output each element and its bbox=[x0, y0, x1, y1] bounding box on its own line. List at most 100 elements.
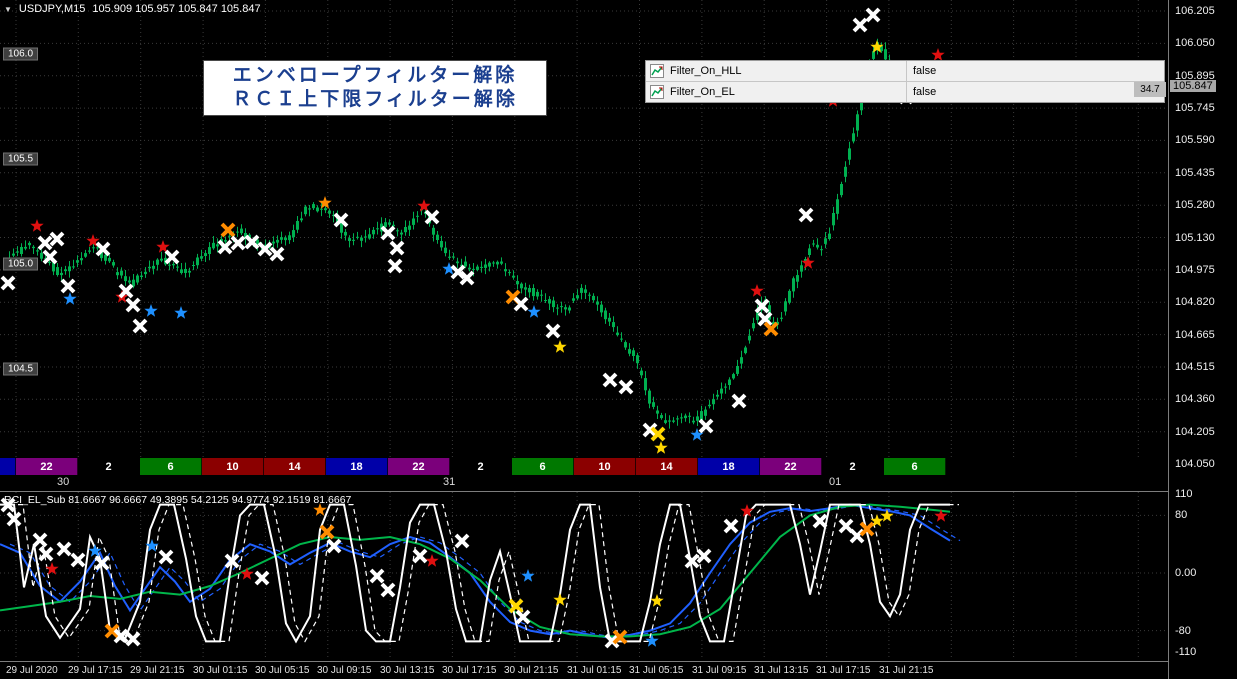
signal-x-marker bbox=[39, 237, 51, 249]
price-axis[interactable]: 106.205106.050105.895105.745105.590105.4… bbox=[1168, 0, 1237, 679]
hour-band: 222610141822261014182226 bbox=[0, 458, 1168, 475]
price-axis-label: 106.205 bbox=[1175, 5, 1215, 17]
hour-band-segment: 10 bbox=[574, 458, 636, 475]
date-label: 31 bbox=[443, 476, 455, 488]
indicator-params-popup[interactable]: Filter_On_HLLfalseFilter_On_ELfalse bbox=[645, 60, 1165, 103]
time-axis-label: 29 Jul 2020 bbox=[6, 665, 58, 676]
annotation-box: エンベロープフィルター解除 ＲＣＩ上下限フィルター解除 bbox=[203, 60, 547, 116]
signal-x-marker bbox=[62, 280, 74, 292]
signal-x-marker bbox=[58, 543, 70, 555]
signal-star-marker bbox=[521, 569, 534, 582]
mt4-chart-window: 106.0105.5105.0104.5 ▼ USDJPY,M15 105.90… bbox=[0, 0, 1237, 679]
signal-x-marker bbox=[426, 211, 438, 223]
hour-band-segment: 2 bbox=[450, 458, 512, 475]
hour-band-filler bbox=[0, 458, 16, 475]
time-axis[interactable]: 29 Jul 202029 Jul 17:1529 Jul 21:1530 Ju… bbox=[0, 661, 1168, 679]
rci-indicator-chart[interactable] bbox=[0, 492, 1168, 660]
signal-star-marker bbox=[63, 292, 76, 305]
signal-x-marker bbox=[620, 381, 632, 393]
hour-band-segment: 18 bbox=[326, 458, 388, 475]
signal-x-marker bbox=[271, 248, 283, 260]
indicator-axis-label: 0.00 bbox=[1175, 567, 1196, 579]
price-axis-label: 104.975 bbox=[1175, 264, 1215, 276]
time-axis-label: 30 Jul 17:15 bbox=[442, 665, 497, 676]
param-row[interactable]: Filter_On_HLLfalse bbox=[646, 61, 1164, 82]
indicator-axis-label: 110 bbox=[1175, 488, 1193, 500]
time-axis-label: 29 Jul 21:15 bbox=[130, 665, 185, 676]
hour-band-segment: 22 bbox=[760, 458, 822, 475]
signal-x-marker bbox=[34, 534, 46, 546]
time-axis-label: 31 Jul 13:15 bbox=[754, 665, 809, 676]
current-price-tag: 105.847 bbox=[1170, 80, 1216, 92]
signal-x-marker bbox=[814, 515, 826, 527]
partial-price-tag: 34.7 bbox=[1134, 82, 1166, 97]
rci-fast-line bbox=[0, 505, 950, 642]
price-axis-label: 106.050 bbox=[1175, 37, 1215, 49]
signal-x-marker bbox=[414, 550, 426, 562]
hour-band-segment: 2 bbox=[822, 458, 884, 475]
symbol-period-label: USDJPY,M15 bbox=[19, 3, 85, 15]
time-axis-label: 31 Jul 09:15 bbox=[692, 665, 747, 676]
time-axis-label: 30 Jul 01:15 bbox=[193, 665, 248, 676]
signal-x-marker bbox=[854, 19, 866, 31]
indicator-axis-label: 80 bbox=[1175, 509, 1187, 521]
signal-star-marker bbox=[654, 441, 667, 454]
param-row[interactable]: Filter_On_ELfalse bbox=[646, 82, 1164, 102]
signal-star-marker bbox=[144, 304, 157, 317]
signal-x-marker bbox=[698, 550, 710, 562]
signal-x-marker bbox=[321, 526, 333, 538]
signal-x-marker bbox=[51, 233, 63, 245]
signal-x-marker bbox=[2, 277, 14, 289]
param-value: false bbox=[906, 61, 1164, 81]
signal-x-marker bbox=[134, 320, 146, 332]
time-axis-label: 31 Jul 01:15 bbox=[567, 665, 622, 676]
signal-x-marker bbox=[127, 299, 139, 311]
date-axis: 303101 bbox=[0, 475, 1168, 491]
signal-x-marker bbox=[700, 420, 712, 432]
hour-band-segment: 6 bbox=[884, 458, 946, 475]
signal-x-marker bbox=[800, 209, 812, 221]
signal-x-marker bbox=[127, 633, 139, 645]
signal-x-marker bbox=[725, 520, 737, 532]
date-label: 30 bbox=[57, 476, 69, 488]
price-axis-label: 105.745 bbox=[1175, 102, 1215, 114]
price-axis-label: 105.130 bbox=[1175, 232, 1215, 244]
signal-x-marker bbox=[733, 395, 745, 407]
signal-star-marker bbox=[750, 284, 763, 297]
signal-star-marker bbox=[553, 340, 566, 353]
signal-x-marker bbox=[604, 374, 616, 386]
time-axis-label: 30 Jul 09:15 bbox=[317, 665, 372, 676]
hour-band-segment: 22 bbox=[16, 458, 78, 475]
left-price-label: 106.0 bbox=[3, 48, 38, 61]
signal-star-marker bbox=[650, 594, 663, 607]
indicator-icon bbox=[650, 85, 664, 99]
price-axis-label: 104.360 bbox=[1175, 393, 1215, 405]
signal-x-marker bbox=[851, 530, 863, 542]
chart-dropdown-icon[interactable]: ▼ bbox=[4, 5, 12, 14]
signal-star-marker bbox=[30, 219, 43, 232]
chart-title-bar: ▼ USDJPY,M15 105.909 105.957 105.847 105… bbox=[4, 3, 261, 15]
price-axis-label: 104.205 bbox=[1175, 426, 1215, 438]
signal-x-marker bbox=[8, 513, 20, 525]
time-axis-label: 30 Jul 21:15 bbox=[504, 665, 559, 676]
hour-band-filler bbox=[946, 458, 1168, 475]
signal-x-marker bbox=[389, 260, 401, 272]
signal-x-marker bbox=[256, 572, 268, 584]
annotation-line1: エンベロープフィルター解除 bbox=[204, 64, 546, 88]
signal-star-marker bbox=[417, 199, 430, 212]
left-price-label: 105.5 bbox=[3, 153, 38, 166]
signal-star-marker bbox=[174, 306, 187, 319]
signal-x-marker bbox=[232, 237, 244, 249]
signal-x-marker bbox=[382, 584, 394, 596]
signal-x-marker bbox=[166, 251, 178, 263]
param-value: false bbox=[906, 82, 1164, 102]
ohlc-quotes: 105.909 105.957 105.847 105.847 bbox=[92, 3, 260, 15]
signal-x-marker bbox=[371, 570, 383, 582]
signal-x-marker bbox=[222, 224, 234, 236]
annotation-line2: ＲＣＩ上下限フィルター解除 bbox=[204, 88, 546, 112]
signal-x-marker bbox=[547, 325, 559, 337]
time-axis-label: 31 Jul 05:15 bbox=[629, 665, 684, 676]
signal-x-marker bbox=[840, 520, 852, 532]
signal-x-marker bbox=[40, 548, 52, 560]
signal-star-marker bbox=[527, 305, 540, 318]
